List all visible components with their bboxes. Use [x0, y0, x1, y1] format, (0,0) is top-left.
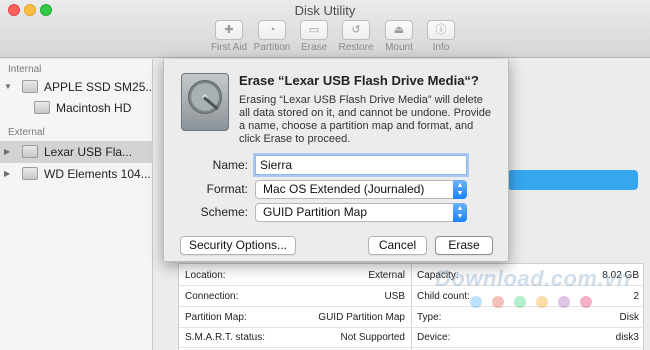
- partition-icon: ◔: [258, 20, 286, 40]
- window-title: Disk Utility: [294, 3, 356, 18]
- toolbar-info-button[interactable]: ⓘ Info: [417, 20, 465, 53]
- dialog-message: Erasing “Lexar USB Flash Drive Media” wi…: [239, 94, 491, 145]
- name-input[interactable]: [255, 155, 467, 175]
- format-label: Format:: [206, 182, 248, 196]
- external-disk-icon: [22, 145, 38, 158]
- sidebar-item-label: WD Elements 104...: [44, 167, 151, 181]
- erase-dialog: Erase “Lexar USB Flash Drive Media“? Era…: [163, 59, 509, 262]
- toolbar-erase-button[interactable]: ▭ Erase: [290, 20, 338, 53]
- dot: [470, 296, 482, 308]
- usage-bar: [508, 170, 638, 190]
- disclosure-triangle-icon[interactable]: ▼: [4, 76, 12, 98]
- dot: [536, 296, 548, 308]
- toolbar-restore-button[interactable]: ↺ Restore: [332, 20, 380, 53]
- format-select[interactable]: Mac OS Extended (Journaled) ▲ ▼: [255, 180, 467, 199]
- restore-icon: ↺: [342, 20, 370, 40]
- toolbar-label: Info: [432, 42, 450, 53]
- toolbar-label: Restore: [338, 42, 374, 53]
- format-select-value: Mac OS Extended (Journaled): [263, 182, 425, 196]
- dot: [558, 296, 570, 308]
- info-value: disk3: [615, 332, 639, 343]
- info-key: Type:: [417, 312, 442, 323]
- info-value: 2: [633, 291, 639, 302]
- info-key: Connection:: [185, 291, 239, 302]
- info-row: Partition Map: GUID Partition Map Type: …: [179, 308, 645, 328]
- sidebar-item-macintosh-hd[interactable]: Macintosh HD: [0, 97, 153, 119]
- sidebar-item-apple-ssd[interactable]: ▼ APPLE SSD SM25...: [0, 76, 153, 98]
- info-value: Disk: [619, 312, 639, 323]
- toolbar-mount-button[interactable]: ⏏ Mount: [375, 20, 423, 53]
- toolbar-label: First Aid: [210, 42, 248, 53]
- toolbar-label: Partition: [253, 42, 291, 53]
- info-key: Device:: [417, 332, 451, 343]
- sidebar-header-external: External: [8, 127, 45, 138]
- watermark-dots: [470, 296, 602, 311]
- toolbar-label: Erase: [300, 42, 328, 53]
- toolbar-label: Mount: [385, 42, 413, 53]
- disclosure-triangle-icon[interactable]: ▶: [4, 141, 10, 163]
- dot: [492, 296, 504, 308]
- disclosure-triangle-icon[interactable]: ▶: [4, 163, 10, 185]
- info-value: USB: [384, 291, 405, 302]
- toolbar-partition-button[interactable]: ◔ Partition: [248, 20, 296, 53]
- sidebar-item-lexar-usb[interactable]: ▶ Lexar USB Fla...: [0, 141, 153, 163]
- popup-arrows-icon: ▲ ▼: [453, 203, 467, 222]
- hard-disk-icon: [181, 73, 229, 131]
- external-disk-icon: [22, 167, 38, 180]
- sidebar-item-wd-elements[interactable]: ▶ WD Elements 104...: [0, 163, 153, 185]
- sidebar-header-internal: Internal: [8, 64, 42, 75]
- info-icon: ⓘ: [427, 20, 455, 40]
- scheme-select-value: GUID Partition Map: [263, 205, 368, 219]
- dot: [514, 296, 526, 308]
- security-options-button[interactable]: Security Options...: [180, 236, 296, 255]
- name-label: Name:: [212, 158, 248, 172]
- popup-arrows-icon: ▲ ▼: [453, 180, 467, 199]
- info-value: GUID Partition Map: [318, 312, 405, 323]
- erase-icon: ▭: [300, 20, 328, 40]
- watermark: Download.com.vn: [435, 266, 631, 291]
- sidebar: Internal ▼ APPLE SSD SM25... Macintosh H…: [0, 59, 153, 350]
- sidebar-item-label: APPLE SSD SM25...: [44, 80, 153, 94]
- scheme-label: Scheme:: [200, 205, 248, 219]
- dialog-title: Erase “Lexar USB Flash Drive Media“?: [239, 73, 479, 88]
- mount-icon: ⏏: [385, 20, 413, 40]
- sidebar-item-label: Lexar USB Fla...: [44, 145, 133, 159]
- info-key: Partition Map:: [185, 312, 247, 323]
- info-key: Location:: [185, 270, 226, 281]
- info-key: S.M.A.R.T. status:: [185, 332, 266, 343]
- volume-icon: [34, 101, 50, 114]
- scheme-select[interactable]: GUID Partition Map ▲ ▼: [255, 203, 467, 222]
- erase-button[interactable]: Erase: [435, 236, 493, 255]
- info-value: External: [368, 270, 405, 281]
- cancel-button[interactable]: Cancel: [368, 236, 427, 255]
- toolbar-first-aid-button[interactable]: ✚ First Aid: [205, 20, 253, 53]
- title-bar: Disk Utility ✚ First Aid ◔ Partition ▭ E…: [0, 0, 650, 58]
- info-value: Not Supported: [340, 332, 406, 343]
- dot: [580, 296, 592, 308]
- info-row: S.M.A.R.T. status: Not Supported Device:…: [179, 328, 645, 348]
- hard-disk-icon: [22, 80, 38, 93]
- sidebar-item-label: Macintosh HD: [56, 101, 132, 115]
- stethoscope-icon: ✚: [215, 20, 243, 40]
